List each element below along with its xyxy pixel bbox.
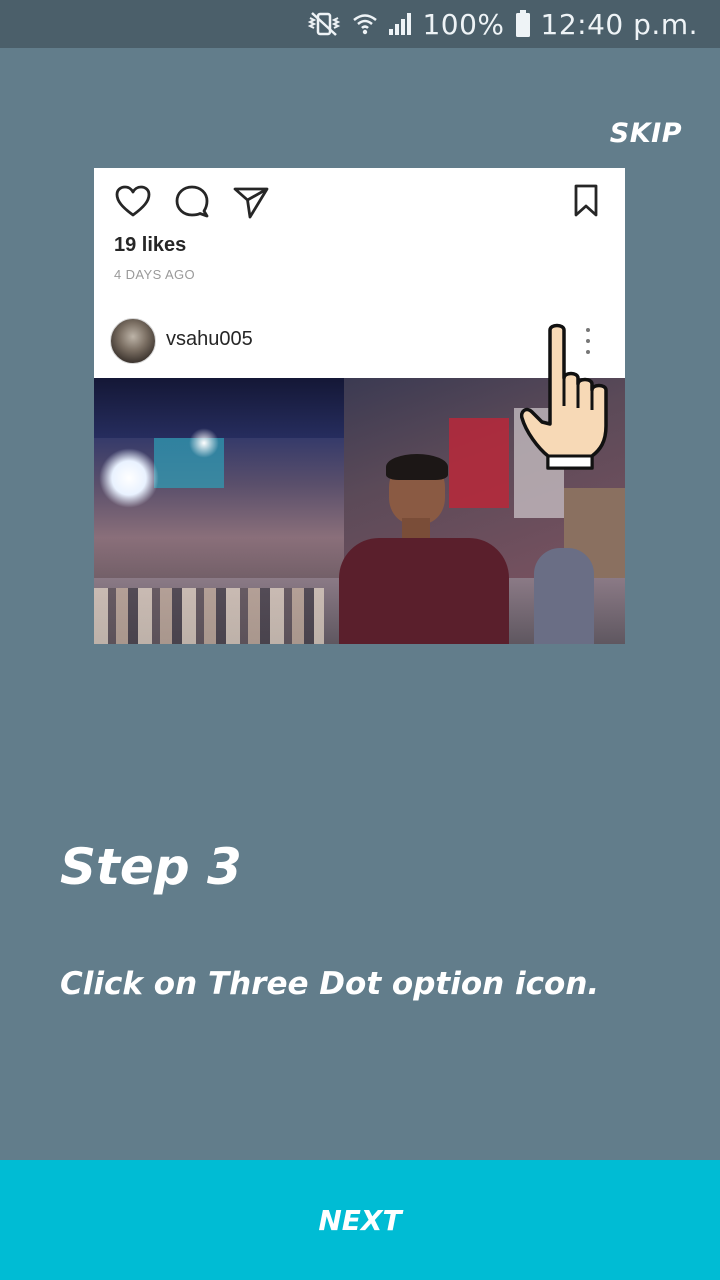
status-bar: 100% 12:40 p.m. <box>0 0 720 48</box>
comment-icon <box>174 184 210 222</box>
post-time: 4 DAYS AGO <box>114 267 196 282</box>
step-title: Step 3 <box>60 838 242 896</box>
battery-percentage: 100% <box>422 7 505 41</box>
share-icon <box>232 184 270 224</box>
next-label: NEXT <box>318 1203 402 1237</box>
clock: 12:40 p.m. <box>540 7 698 41</box>
bookmark-icon <box>573 184 599 222</box>
skip-button[interactable]: SKIP <box>610 118 682 149</box>
username: vsahu005 <box>166 328 253 350</box>
avatar <box>110 318 156 364</box>
post-actions <box>94 168 625 238</box>
heart-icon <box>114 184 152 222</box>
battery-icon <box>515 10 531 38</box>
vibrate-mute-icon <box>306 11 342 37</box>
likes-count: 19 likes <box>114 234 187 256</box>
next-button[interactable]: NEXT <box>0 1160 720 1280</box>
wifi-icon <box>352 11 378 37</box>
signal-icon <box>388 12 412 36</box>
pointing-hand-icon <box>519 322 626 474</box>
step-description: Click on Three Dot option icon. <box>60 966 600 1002</box>
